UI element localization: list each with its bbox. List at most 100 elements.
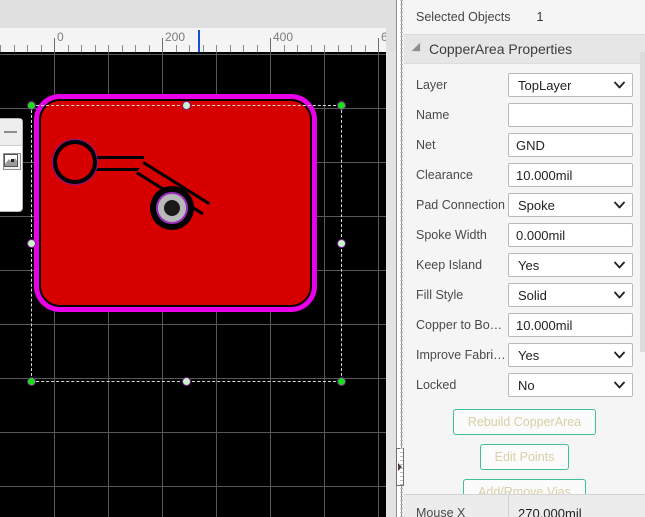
design-canvas[interactable] — [0, 52, 386, 517]
ruler-tick-minor — [0, 45, 1, 52]
ruler-tick-major — [162, 38, 163, 52]
horizontal-ruler[interactable]: 0200400600 — [0, 28, 386, 54]
grid-line-horizontal — [0, 54, 386, 55]
ruler-tick-minor — [257, 45, 258, 52]
ruler-cursor-marker — [198, 30, 200, 52]
selection-handle-middle-left[interactable] — [27, 239, 36, 248]
property-row: Improve Fabri… Yes — [404, 340, 645, 370]
floating-tool-panel[interactable] — [0, 118, 23, 212]
ruler-label: 200 — [165, 30, 186, 44]
property-value: 10.000mil — [516, 317, 573, 333]
input-clearance[interactable]: 10.000mil — [508, 163, 633, 187]
selection-handle-top-right[interactable] — [337, 101, 346, 110]
input-copper-to-bo[interactable]: 10.000mil — [508, 313, 633, 337]
property-label: Pad Connection — [416, 198, 505, 212]
pcb-editor-window: 0200400600 — [0, 0, 645, 517]
property-value: GND — [516, 137, 545, 153]
grid-line-vertical — [378, 52, 379, 517]
input-net[interactable]: GND — [508, 133, 633, 157]
rebuild-copperarea-button[interactable]: Rebuild CopperArea — [452, 409, 597, 435]
chevron-down-icon[interactable] — [614, 201, 625, 210]
property-value: Yes — [518, 257, 540, 273]
select-improve-fabri[interactable]: Yes — [508, 343, 633, 367]
ruler-tick-minor — [81, 45, 82, 52]
select-locked[interactable]: No — [508, 373, 633, 397]
selection-handle-top-center[interactable] — [182, 101, 191, 110]
grid-line-horizontal — [0, 432, 386, 433]
selection-handle-bottom-center[interactable] — [182, 377, 191, 386]
property-value: 0.000mil — [516, 227, 566, 243]
ruler-tick-minor — [324, 45, 325, 52]
property-row: Keep Island Yes — [404, 250, 645, 280]
grid-line-horizontal — [0, 486, 386, 487]
edit-points-button[interactable]: Edit Points — [479, 444, 570, 470]
ruler-tick-minor — [68, 45, 69, 52]
property-row: Spoke Width 0.000mil — [404, 220, 645, 250]
ruler-label: 400 — [273, 30, 294, 44]
ruler-tick-minor — [122, 45, 123, 52]
grid-line-vertical — [324, 52, 325, 517]
selection-handle-bottom-right[interactable] — [337, 377, 346, 386]
ruler-tick-minor — [338, 45, 339, 52]
property-value: TopLayer — [518, 77, 572, 93]
chevron-down-icon[interactable] — [614, 261, 625, 270]
ruler-tick-minor — [27, 45, 28, 52]
property-label: Spoke Width — [416, 228, 487, 242]
ruler-tick-minor — [189, 45, 190, 52]
panel-button-row: Rebuild CopperArea — [404, 409, 645, 435]
select-keep-island[interactable]: Yes — [508, 253, 633, 277]
property-label: Copper to Bo… — [416, 318, 503, 332]
selection-handle-bottom-left[interactable] — [27, 377, 36, 386]
panel-scrollbar[interactable] — [640, 52, 645, 352]
ruler-tick-minor — [365, 45, 366, 52]
section-title: CopperArea Properties — [429, 41, 573, 57]
chevron-down-icon[interactable] — [614, 291, 625, 300]
ruler-tick-major — [54, 38, 55, 52]
properties-panel: Selected Objects 1 CopperArea Properties… — [404, 0, 645, 517]
input-name[interactable] — [508, 103, 633, 127]
grid-line-horizontal — [0, 324, 386, 325]
property-label: Layer — [416, 78, 448, 92]
collapse-grip[interactable] — [0, 119, 22, 146]
select-layer[interactable]: TopLayer — [508, 73, 633, 97]
section-header-copperarea[interactable]: CopperArea Properties — [404, 34, 645, 64]
chevron-down-icon[interactable] — [614, 351, 625, 360]
chevron-collapse-icon[interactable] — [411, 42, 425, 56]
panel-dot-rail — [400, 0, 403, 517]
property-value: Spoke — [518, 197, 555, 213]
ruler-tick-minor — [230, 45, 231, 52]
property-value: 10.000mil — [516, 167, 573, 183]
ruler-tick-minor — [41, 45, 42, 52]
property-row: Copper to Bo… 10.000mil — [404, 310, 645, 340]
selection-handle-top-left[interactable] — [27, 101, 36, 110]
ruler-tick-minor — [297, 45, 298, 52]
top-toolbar-strip — [0, 0, 398, 29]
property-label: Clearance — [416, 168, 473, 182]
ruler-tick-minor — [149, 45, 150, 52]
selection-handle-middle-right[interactable] — [337, 239, 346, 248]
property-row: Name — [404, 100, 645, 130]
grid-line-horizontal — [0, 378, 386, 379]
chevron-down-icon[interactable] — [614, 81, 625, 90]
ruler-tick-minor — [311, 45, 312, 52]
status-value: 270.000mil — [508, 495, 645, 517]
ruler-tick-minor — [243, 45, 244, 52]
selected-objects-count: 1 — [536, 10, 544, 24]
ruler-tick-major — [270, 38, 271, 52]
chevron-down-icon[interactable] — [614, 381, 625, 390]
select-pad-connection[interactable]: Spoke — [508, 193, 633, 217]
property-value: No — [518, 377, 535, 393]
input-spoke-width[interactable]: 0.000mil — [508, 223, 633, 247]
property-label: Improve Fabri… — [416, 348, 506, 362]
status-bar: Mouse X 270.000mil — [404, 494, 645, 517]
via-hole — [164, 200, 180, 216]
thermal-ring-pad[interactable] — [57, 144, 93, 180]
shape-image-icon[interactable] — [3, 153, 21, 170]
ruler-tick-minor — [351, 45, 352, 52]
select-fill-style[interactable]: Solid — [508, 283, 633, 307]
property-row: Locked No — [404, 370, 645, 400]
property-value: Solid — [518, 287, 547, 303]
track-segment-1[interactable] — [92, 156, 144, 171]
property-label: Locked — [416, 378, 457, 392]
ruler-tick-minor — [135, 45, 136, 52]
